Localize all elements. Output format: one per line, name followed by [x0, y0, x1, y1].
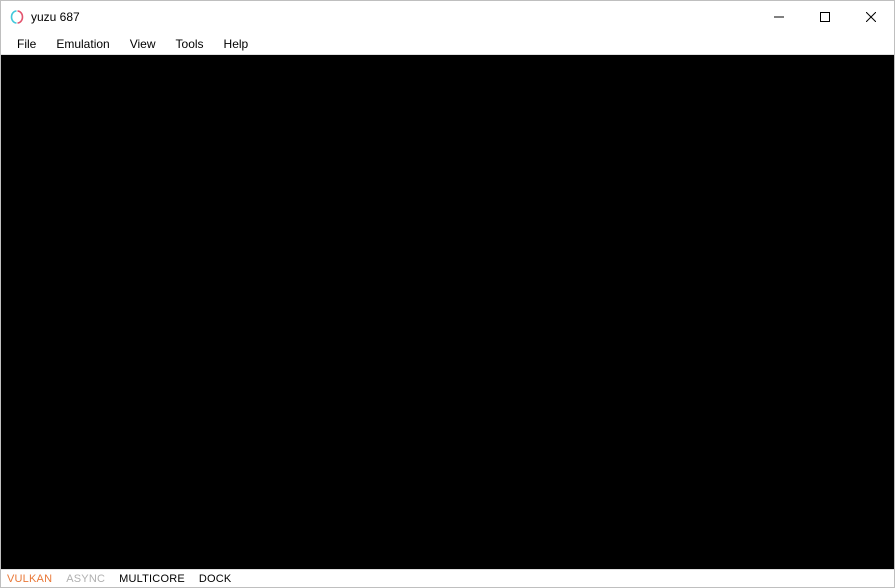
maximize-icon	[820, 12, 830, 22]
titlebar: yuzu 687	[1, 1, 894, 33]
menu-tools[interactable]: Tools	[166, 35, 214, 53]
close-button[interactable]	[848, 1, 894, 33]
window-controls	[756, 1, 894, 33]
status-renderer[interactable]: VULKAN	[7, 573, 52, 585]
menu-emulation[interactable]: Emulation	[46, 35, 119, 53]
status-dock[interactable]: DOCK	[199, 573, 232, 585]
close-icon	[866, 12, 876, 22]
window-title: yuzu 687	[31, 10, 80, 24]
menu-file[interactable]: File	[7, 35, 46, 53]
titlebar-left: yuzu 687	[9, 9, 80, 25]
menu-view[interactable]: View	[120, 35, 166, 53]
menubar: File Emulation View Tools Help	[1, 33, 894, 55]
app-window: yuzu 687 File Emulation Vi	[0, 0, 895, 588]
minimize-button[interactable]	[756, 1, 802, 33]
minimize-icon	[774, 12, 784, 22]
status-async[interactable]: ASYNC	[66, 573, 105, 585]
maximize-button[interactable]	[802, 1, 848, 33]
yuzu-app-icon	[9, 9, 25, 25]
status-multicore[interactable]: MULTICORE	[119, 573, 185, 585]
menu-help[interactable]: Help	[214, 35, 259, 53]
emulation-viewport	[1, 55, 894, 569]
statusbar: VULKAN ASYNC MULTICORE DOCK	[1, 569, 894, 587]
